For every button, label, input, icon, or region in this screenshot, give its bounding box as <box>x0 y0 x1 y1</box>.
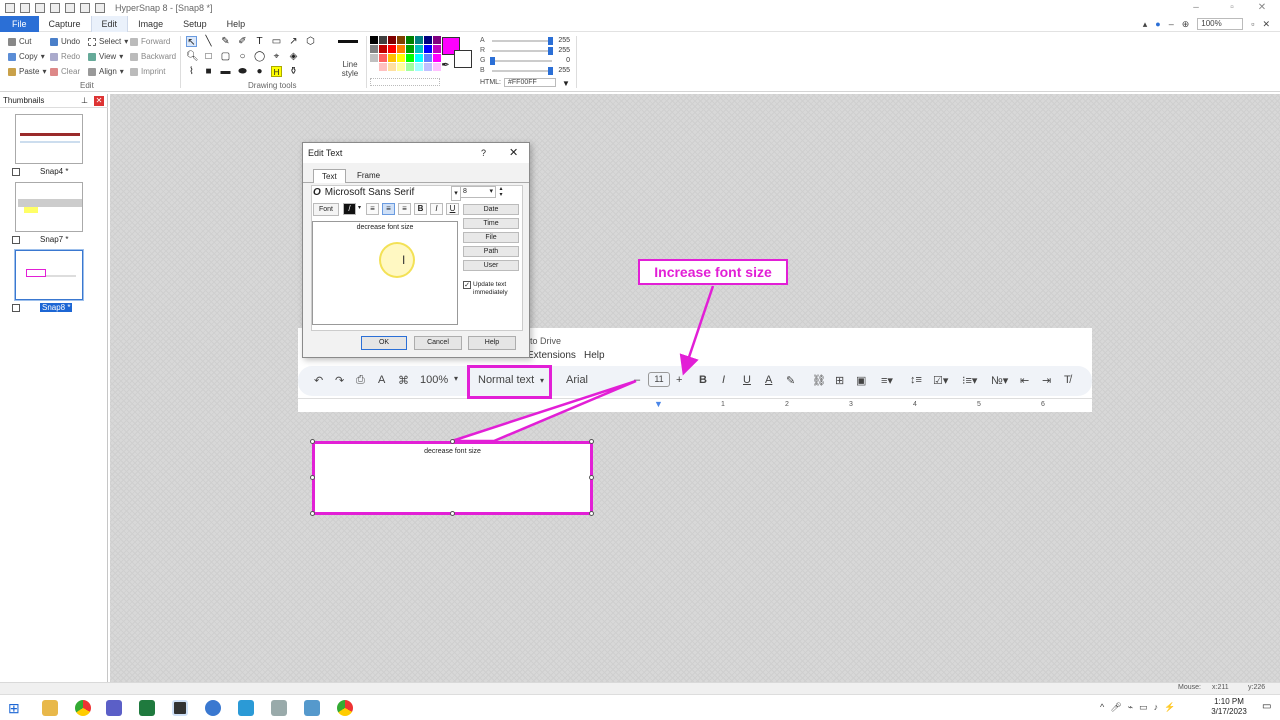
text-edit-area[interactable]: decrease font size I <box>312 221 458 325</box>
font-size-select[interactable]: 8 ▾ <box>460 186 496 198</box>
resize-handle[interactable] <box>589 511 594 516</box>
insert-time-button[interactable]: Time <box>463 218 519 229</box>
textbox-pointer[interactable] <box>451 379 637 443</box>
text-color-icon[interactable]: / <box>343 203 356 215</box>
align-left-icon[interactable]: ≡ <box>366 203 379 215</box>
align-right-icon[interactable]: ≡ <box>398 203 411 215</box>
bold-icon[interactable]: B <box>414 203 427 215</box>
app-icon-blue[interactable] <box>205 700 221 716</box>
callout-box[interactable]: Increase font size <box>638 259 788 285</box>
notification-icon[interactable]: ▭ <box>1262 701 1271 712</box>
status-bar: Mouse: x:211 y:226 <box>0 682 1280 694</box>
text-annotation-box[interactable]: decrease font size <box>312 441 593 515</box>
resize-handle[interactable] <box>589 439 594 444</box>
edit-text-dialog: Edit Text ? ✕ Text Frame O Microsoft San… <box>302 142 530 358</box>
insert-user-button[interactable]: User <box>463 260 519 271</box>
annotation-arrows <box>451 285 715 443</box>
taskbar: ⊞ ^🎤︎⌁▭♪⚡ 1:10 PM 3/17/2023 ▭ <box>0 694 1280 720</box>
tab-text[interactable]: Text <box>313 169 346 183</box>
resize-handle[interactable] <box>310 475 315 480</box>
help-button[interactable]: Help <box>468 336 516 350</box>
hypersnap-taskbar-icon[interactable] <box>172 700 188 716</box>
cursor-highlight <box>379 242 415 278</box>
dialog-help-icon[interactable]: ? <box>481 143 486 163</box>
system-tray-icons[interactable]: ^🎤︎⌁▭♪⚡ <box>1100 702 1181 713</box>
text-color-dropdown-icon[interactable]: ▾ <box>356 203 363 215</box>
excel-icon[interactable] <box>139 700 155 716</box>
resize-handle[interactable] <box>310 439 315 444</box>
resize-handle[interactable] <box>589 475 594 480</box>
globe-app-icon[interactable] <box>238 700 254 716</box>
font-size-spinner[interactable]: ▴ ▾ <box>497 186 505 198</box>
dialog-close-icon[interactable]: ✕ <box>509 143 518 163</box>
tab-frame[interactable]: Frame <box>349 169 388 183</box>
notepad-icon[interactable] <box>304 700 320 716</box>
underline-icon[interactable]: U <box>446 203 459 215</box>
ok-button[interactable]: OK <box>361 336 407 350</box>
insert-file-button[interactable]: File <box>463 232 519 243</box>
mouse-y: y:226 <box>1248 684 1266 691</box>
insert-date-button[interactable]: Date <box>463 204 519 215</box>
app-icon-gray[interactable] <box>271 700 287 716</box>
dialog-title-bar: Edit Text ? ✕ <box>303 143 529 163</box>
start-icon[interactable]: ⊞ <box>8 700 20 717</box>
insert-path-button[interactable]: Path <box>463 246 519 257</box>
font-name-select[interactable]: O Microsoft Sans Serif ▾ <box>313 186 461 201</box>
update-checkbox[interactable]: ✓ <box>463 281 471 289</box>
font-icon: O <box>313 187 321 198</box>
align-center-icon[interactable]: ≡ <box>382 203 395 215</box>
teams-icon[interactable] <box>106 700 122 716</box>
text-cursor-icon: I <box>402 253 406 267</box>
italic-icon[interactable]: I <box>430 203 443 215</box>
chrome-icon[interactable] <box>75 700 91 716</box>
file-explorer-icon[interactable] <box>42 700 58 716</box>
update-immediately-row[interactable]: ✓ Update text immediately <box>463 281 521 297</box>
resize-handle[interactable] <box>450 439 455 444</box>
clock[interactable]: 1:10 PM 3/17/2023 <box>1205 697 1253 717</box>
text-edit-content: decrease font size <box>356 224 414 231</box>
dialog-title: Edit Text <box>308 148 343 158</box>
text-annotation-content: decrease font size <box>424 448 481 455</box>
resize-handle[interactable] <box>450 511 455 516</box>
chrome-icon-2[interactable] <box>337 700 353 716</box>
font-button[interactable]: Font <box>313 203 339 216</box>
resize-handle[interactable] <box>310 511 315 516</box>
callout-arrow[interactable] <box>679 285 715 376</box>
mouse-x: x:211 <box>1212 684 1229 691</box>
cancel-button[interactable]: Cancel <box>414 336 462 350</box>
